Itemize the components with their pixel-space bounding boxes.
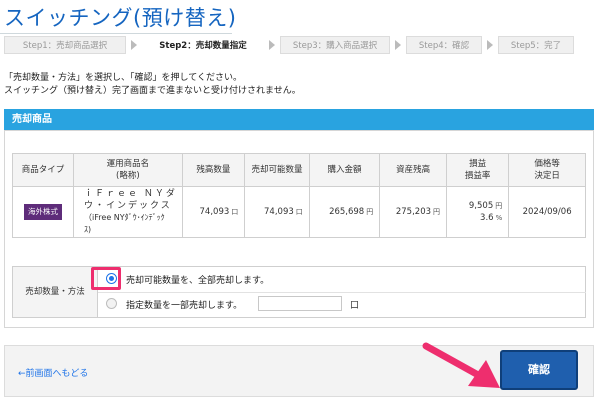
step-3: Step3：購入商品選択 xyxy=(280,36,390,54)
product-name-line2: ウ・インデックス xyxy=(84,201,172,211)
cell-price-date: 2024/09/06 xyxy=(508,186,586,238)
confirm-button[interactable]: 確認 xyxy=(500,350,578,390)
col-header-type: 商品タイプ xyxy=(11,153,75,187)
step-4: Step4：確認 xyxy=(406,36,482,54)
section-header: 売却商品 xyxy=(4,109,594,130)
profit-loss-rate-value: 3.6 xyxy=(480,213,494,223)
radio-sell-partial[interactable] xyxy=(106,298,117,309)
page-title: スイッチング(預け替え) xyxy=(4,6,237,30)
quantity-unit: 口 xyxy=(350,301,360,311)
col-header-balance: 残高数量 xyxy=(181,153,246,187)
asset-unit: 円 xyxy=(433,208,441,216)
col-header-name: 運用商品名 (略称) xyxy=(73,153,183,187)
sellable-unit: 口 xyxy=(295,208,303,216)
step-arrow-icon xyxy=(131,40,137,50)
step-2-current: Step2：売却数量指定 xyxy=(142,36,264,54)
col-header-price-line2: 決定日 xyxy=(534,171,560,181)
col-header-pl: 損益 損益率 xyxy=(446,153,510,187)
profit-loss-value: 9,505 xyxy=(468,201,494,211)
col-header-pl-line1: 損益 xyxy=(469,159,487,169)
col-header-sellable: 売却可能数量 xyxy=(244,153,310,187)
balance-value: 74,093 xyxy=(199,207,230,217)
col-header-price-date: 価格等 決定日 xyxy=(508,153,586,187)
purchase-value: 265,698 xyxy=(329,207,365,217)
annotation-arrow-icon xyxy=(422,342,500,388)
table-row: 海外株式 ｉＦｒｅｅ ＮＹダ ウ・インデックス （iFree NYﾀﾞｳ･ｲﾝﾃ… xyxy=(11,186,586,238)
instruction-line-2: スイッチング（預け替え）完了画面まで進まないと受け付けされません。 xyxy=(4,86,301,96)
profit-loss-unit: 円 xyxy=(495,202,503,210)
cell-purchase: 265,698 円 xyxy=(308,186,381,238)
col-header-name-line2: (略称) xyxy=(116,171,140,181)
back-link[interactable]: ←前画面へもどる xyxy=(18,366,88,379)
option-sell-all[interactable]: 売却可能数量を、全部売却します。 xyxy=(98,267,586,293)
annotation-highlight-box xyxy=(91,267,121,290)
cell-balance: 74,093 口 xyxy=(181,186,246,238)
sell-method-label: 売却数量・方法 xyxy=(13,267,98,317)
title-divider xyxy=(0,33,232,34)
step-5: Step5：完了 xyxy=(498,36,574,54)
col-header-purchase: 購入金額 xyxy=(308,153,381,187)
step-progress: Step1：売却商品選択 Step2：売却数量指定 Step3：購入商品選択 S… xyxy=(4,36,594,56)
col-header-price-line1: 価格等 xyxy=(534,159,560,169)
step-arrow-icon xyxy=(269,40,275,50)
balance-unit: 口 xyxy=(231,208,239,216)
asset-value: 275,203 xyxy=(395,207,432,217)
instructions: 「売却数量・方法」を選択し、「確認」を押してください。 スイッチング（預け替え）… xyxy=(4,72,301,98)
cell-profit-loss: 9,505 円 3.6% xyxy=(446,186,510,238)
step-arrow-icon xyxy=(487,40,493,50)
profit-loss-rate-unit: % xyxy=(495,214,503,222)
step-arrow-icon xyxy=(395,40,401,50)
sellable-value: 74,093 xyxy=(264,207,294,217)
option-sell-partial[interactable]: 指定数量を一部売却します。 口 xyxy=(98,292,586,317)
option-sell-all-label[interactable]: 売却可能数量を、全部売却します。 xyxy=(126,273,269,286)
col-header-name-line1: 運用商品名 xyxy=(106,159,150,169)
cell-asset: 275,203 円 xyxy=(379,186,448,238)
col-header-pl-line2: 損益率 xyxy=(464,171,491,181)
instruction-line-1: 「売却数量・方法」を選択し、「確認」を押してください。 xyxy=(4,73,242,83)
option-sell-partial-label[interactable]: 指定数量を一部売却します。 xyxy=(126,298,242,311)
holdings-table: 商品タイプ 運用商品名 (略称) 残高数量 売却可能数量 購入金額 資産残高 損… xyxy=(11,153,586,238)
profit-loss-line: 9,505 円 xyxy=(448,200,502,212)
product-type-badge: 海外株式 xyxy=(24,204,63,220)
annotation-arrow-shaft xyxy=(422,342,484,380)
profit-loss-rate-line: 3.6% xyxy=(448,212,502,224)
product-name-line3: （iFree NYﾀﾞｳ･ｲﾝﾃﾞｯｸ xyxy=(84,213,165,222)
col-header-asset: 資産残高 xyxy=(379,153,448,187)
quantity-input[interactable] xyxy=(258,296,342,311)
cell-type: 海外株式 xyxy=(11,186,75,238)
product-name-line4: ｽ) xyxy=(84,225,92,234)
table-header-row: 商品タイプ 運用商品名 (略称) 残高数量 売却可能数量 購入金額 資産残高 損… xyxy=(11,153,586,187)
cell-product-name: ｉＦｒｅｅ ＮＹダ ウ・インデックス （iFree NYﾀﾞｳ･ｲﾝﾃﾞｯｸ ｽ… xyxy=(73,186,183,238)
cell-sellable: 74,093 口 xyxy=(244,186,310,238)
purchase-unit: 円 xyxy=(366,208,374,216)
product-name-line1: ｉＦｒｅｅ ＮＹダ xyxy=(84,189,177,199)
step-1: Step1：売却商品選択 xyxy=(4,36,126,54)
